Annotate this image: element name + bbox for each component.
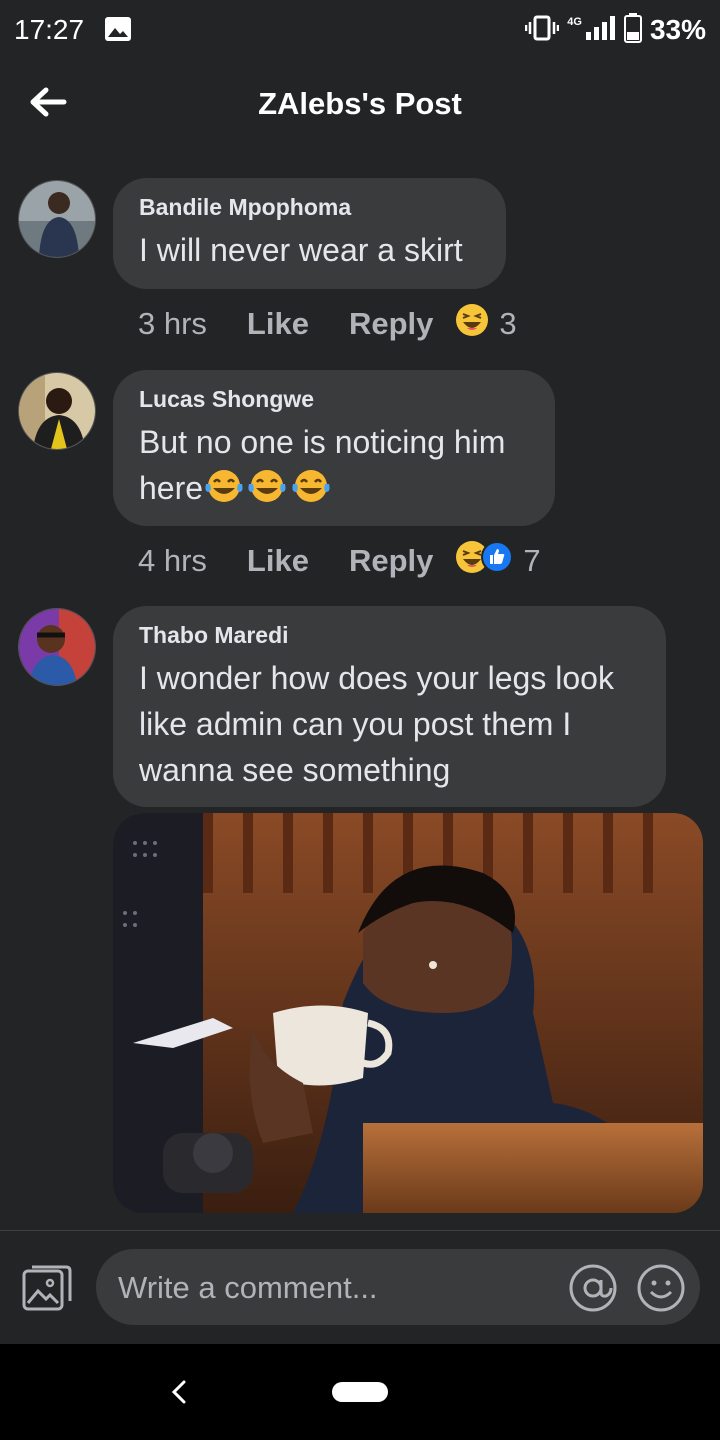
comment-author[interactable]: Lucas Shongwe (139, 386, 529, 413)
like-button[interactable]: Like (247, 306, 309, 342)
page-title: ZAlebs's Post (258, 86, 462, 121)
comment-text-end: here (139, 470, 204, 506)
reply-button[interactable]: Reply (349, 543, 433, 579)
comment-input[interactable]: Write a comment... (96, 1249, 700, 1325)
comment-meta: 3 hrs Like Reply 3 (138, 304, 517, 344)
status-time: 17:27 (14, 14, 85, 45)
tears-of-joy-emoji-icon (203, 466, 245, 516)
emoji-picker-icon[interactable] (636, 1263, 686, 1318)
nav-home-pill[interactable] (332, 1382, 388, 1402)
comment-text: I wonder how does your legs look like ad… (139, 660, 614, 788)
gallery-notification-icon (104, 16, 132, 47)
comment-composer: Write a comment... (0, 1231, 720, 1344)
comment-bubble[interactable]: Bandile Mpophoma I will never wear a ski… (113, 178, 506, 289)
comment-time[interactable]: 3 hrs (138, 306, 207, 342)
tears-of-joy-emoji-icon (245, 466, 289, 516)
like-button[interactable]: Like (247, 543, 309, 579)
comment-author[interactable]: Thabo Maredi (139, 622, 640, 649)
status-bar: 17:27 4G 33% (0, 0, 720, 60)
comment-bubble[interactable]: Lucas Shongwe But no one is noticing him… (113, 370, 555, 526)
avatar[interactable] (18, 180, 96, 258)
comment-input-placeholder: Write a comment... (118, 1270, 378, 1305)
nav-back-icon[interactable] (168, 1376, 192, 1413)
reaction-count[interactable]: 3 (499, 306, 516, 342)
network-type: 4G (567, 16, 582, 28)
haha-reaction-icon (455, 303, 489, 345)
reaction-count[interactable]: 7 (523, 543, 540, 579)
comment-time[interactable]: 4 hrs (138, 543, 207, 579)
comment-bubble[interactable]: Thabo Maredi I wonder how does your legs… (113, 606, 666, 807)
reactions-summary[interactable] (455, 303, 489, 345)
signal-icon (585, 15, 616, 45)
mention-icon[interactable] (568, 1263, 618, 1318)
add-photo-icon[interactable] (20, 1261, 74, 1320)
reactions-summary[interactable] (455, 540, 514, 582)
tears-of-joy-emoji-icon (289, 466, 333, 516)
comment-text: But no one is noticing him (139, 424, 506, 460)
header: ZAlebs's Post (0, 60, 720, 150)
comment-text-line: here (139, 465, 529, 516)
battery-icon (623, 12, 642, 48)
status-indicators: 4G 33% (525, 12, 706, 48)
avatar[interactable] (18, 372, 96, 450)
like-reaction-icon (481, 541, 514, 581)
avatar[interactable] (18, 608, 96, 686)
comment-meta: 4 hrs Like Reply 7 (138, 541, 541, 581)
vibrate-icon (525, 15, 560, 46)
comment-photo[interactable] (113, 813, 703, 1213)
battery-percent: 33% (649, 14, 706, 45)
system-nav-bar (0, 1344, 720, 1440)
comment-author[interactable]: Bandile Mpophoma (139, 194, 480, 221)
reply-button[interactable]: Reply (349, 306, 433, 342)
comment-text: I will never wear a skirt (139, 232, 463, 268)
